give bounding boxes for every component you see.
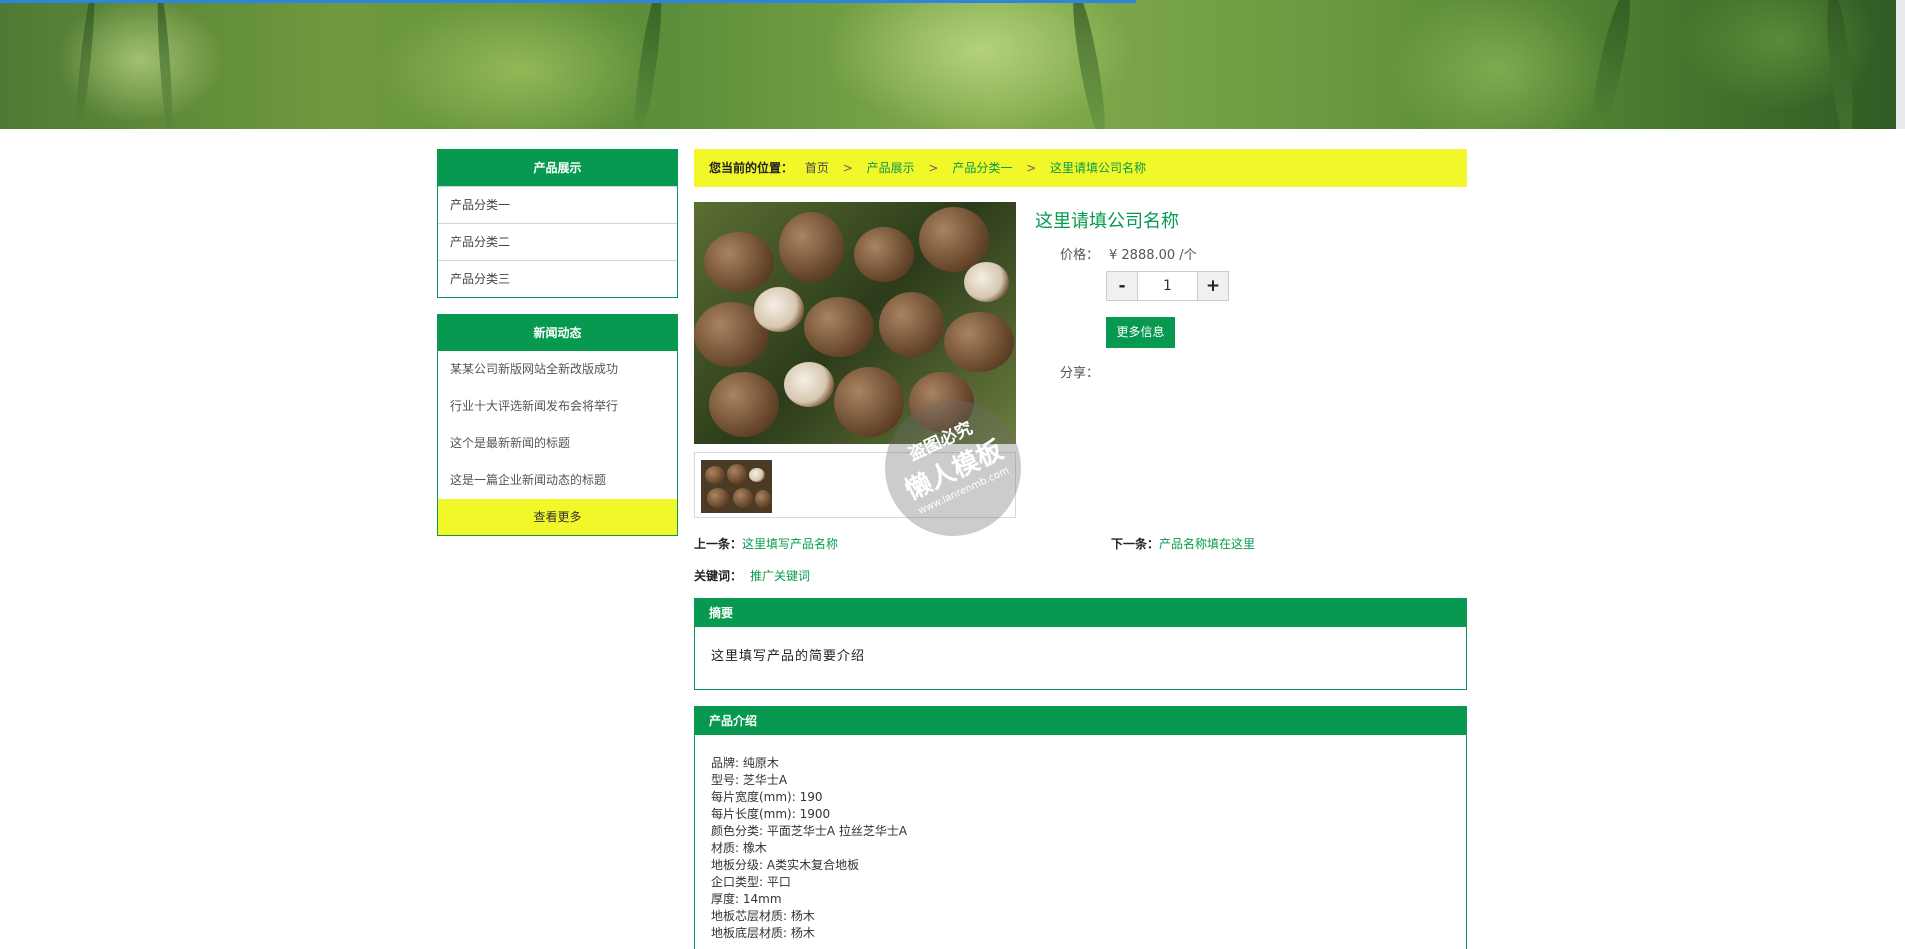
news-item-2[interactable]: 行业十大评选新闻发布会将举行 (438, 388, 677, 425)
spec-line: 型号: 芝华士A (711, 773, 788, 787)
breadcrumb-level1-link[interactable]: 产品展示 (867, 161, 915, 175)
product-intro-panel: 产品介绍 品牌: 纯原木 型号: 芝华士A 每片宽度(mm): 190 每片长度… (694, 706, 1467, 949)
spec-line: 每片宽度(mm): 190 (711, 790, 823, 804)
wheat-stalk-decor (629, 0, 667, 129)
price-label: 价格： (1060, 248, 1100, 263)
prev-item: 上一条：这里填写产品名称 (694, 535, 838, 552)
next-item: 下一条：产品名称填在这里 (1111, 535, 1255, 552)
quantity-stepper: - 1 + (1106, 271, 1229, 301)
spec-line: 厚度: 14mm (711, 892, 782, 906)
product-title: 这里请填公司名称 (1035, 211, 1179, 232)
taro-shape (944, 312, 1014, 372)
taro-shape (709, 372, 779, 437)
sidebar-news-box: 新闻动态 某某公司新版网站全新改版成功 行业十大评选新闻发布会将举行 这个是最新… (437, 314, 678, 536)
sidebar-item-category-2[interactable]: 产品分类二 (438, 223, 677, 260)
page-load-progress-bar (0, 0, 1136, 3)
taro-shape (704, 232, 774, 292)
breadcrumb: 您当前的位置： 首页 > 产品展示 > 产品分类一 > 这里请填公司名称 (694, 149, 1467, 187)
breadcrumb-separator: > (1026, 161, 1037, 175)
spec-line: 企口类型: 平口 (711, 875, 791, 889)
wheat-stalk-decor (154, 0, 176, 129)
sidebar-item-category-3[interactable]: 产品分类三 (438, 260, 677, 297)
scrollbar-track[interactable] (1896, 0, 1905, 129)
summary-panel-title: 摘要 (695, 599, 1466, 627)
prev-label: 上一条： (694, 537, 743, 551)
prev-link[interactable]: 这里填写产品名称 (742, 537, 838, 551)
taro-shape (705, 466, 725, 484)
wheat-stalk-decor (1584, 0, 1638, 129)
taro-shape (964, 262, 1009, 302)
sidebar-products-title: 产品展示 (438, 150, 677, 186)
breadcrumb-separator: > (928, 161, 939, 175)
spec-line: 颜色分类: 平面芝华士A 拉丝芝华士A (711, 824, 908, 838)
taro-shape (727, 464, 747, 484)
sidebar-news-title: 新闻动态 (438, 315, 677, 351)
taro-shape (754, 287, 804, 332)
spec-list: 品牌: 纯原木 型号: 芝华士A 每片宽度(mm): 190 每片长度(mm):… (695, 735, 1466, 949)
taro-shape (854, 227, 914, 282)
spec-line: 地板芯层材质: 杨木 (711, 909, 815, 923)
wheat-stalk-decor (1822, 0, 1858, 129)
news-item-4[interactable]: 这是一篇企业新闻动态的标题 (438, 462, 677, 499)
taro-shape (779, 212, 844, 282)
sidebar-item-category-1[interactable]: 产品分类一 (438, 186, 677, 223)
breadcrumb-level2-link[interactable]: 产品分类一 (952, 161, 1012, 175)
spec-line: 地板分级: A类实木复合地板 (711, 858, 860, 872)
news-item-3[interactable]: 这个是最新新闻的标题 (438, 425, 677, 462)
summary-text: 这里填写产品的简要介绍 (711, 649, 866, 664)
spec-line: 品牌: 纯原木 (711, 756, 779, 770)
taro-shape (784, 362, 834, 407)
spec-line: 材质: 橡木 (711, 841, 767, 855)
header-banner (0, 0, 1905, 129)
intro-panel-title: 产品介绍 (695, 707, 1466, 735)
price-value: ¥ 2888.00 /个 (1109, 248, 1197, 263)
breadcrumb-lead: 您当前的位置： (709, 161, 794, 175)
breadcrumb-current[interactable]: 这里请填公司名称 (1050, 161, 1146, 175)
next-label: 下一条： (1111, 537, 1160, 551)
keyword-link[interactable]: 推广关键词 (750, 569, 810, 583)
wheat-stalk-decor (72, 0, 98, 129)
more-info-button[interactable]: 更多信息 (1106, 317, 1175, 348)
taro-shape (804, 297, 874, 357)
taro-shape (707, 488, 729, 508)
spec-line: 每片长度(mm): 1900 (711, 807, 831, 821)
taro-shape (879, 292, 944, 357)
quantity-minus-button[interactable]: - (1106, 271, 1138, 301)
taro-shape (834, 367, 904, 437)
product-thumbnail[interactable] (701, 460, 772, 513)
taro-shape (733, 488, 753, 508)
summary-panel: 摘要 这里填写产品的简要介绍 (694, 598, 1467, 690)
keywords-label: 关键词： (694, 569, 743, 583)
quantity-plus-button[interactable]: + (1197, 271, 1229, 301)
news-item-1[interactable]: 某某公司新版网站全新改版成功 (438, 351, 677, 388)
taro-shape (755, 490, 771, 508)
wheat-stalk-decor (1067, 0, 1111, 129)
next-link[interactable]: 产品名称填在这里 (1159, 537, 1255, 551)
spec-line: 地板底层材质: 杨木 (711, 926, 815, 940)
keywords-row: 关键词： 推广关键词 (694, 567, 810, 584)
breadcrumb-separator: > (842, 161, 853, 175)
news-more-button[interactable]: 查看更多 (438, 499, 677, 535)
breadcrumb-home-link[interactable]: 首页 (805, 161, 829, 175)
quantity-input[interactable]: 1 (1138, 271, 1197, 301)
sidebar-products-box: 产品展示 产品分类一 产品分类二 产品分类三 (437, 149, 678, 298)
taro-shape (749, 468, 765, 482)
share-label: 分享： (1060, 366, 1100, 381)
